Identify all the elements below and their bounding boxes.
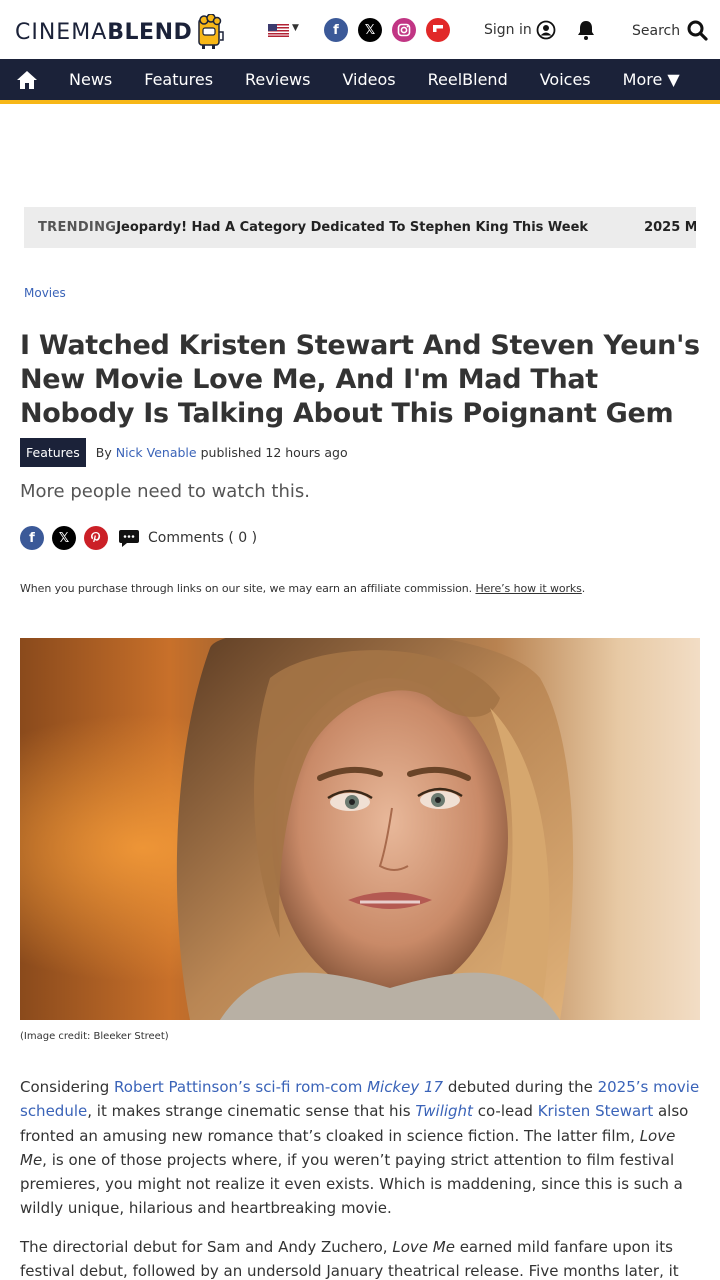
us-flag-icon[interactable]	[268, 24, 289, 37]
logo-blend-text: BLEND	[107, 19, 193, 45]
search-label: Search	[632, 22, 681, 39]
publish-date: published 12 hours ago	[200, 445, 348, 460]
instagram-icon[interactable]	[392, 18, 416, 42]
affiliate-period: .	[581, 582, 586, 595]
facebook-icon[interactable]: f	[324, 18, 348, 42]
x-twitter-icon[interactable]: 𝕏	[358, 18, 382, 42]
comments-button[interactable]: Comments ( 0 )	[118, 528, 257, 548]
trending-label: TRENDING	[38, 220, 117, 235]
comment-bubble-icon	[119, 530, 139, 547]
comments-label: Comments ( 0 )	[148, 530, 258, 546]
flipboard-icon[interactable]	[426, 18, 450, 42]
nav-item-videos[interactable]: Videos	[326, 70, 411, 89]
share-bar: f 𝕏 Comments ( 0 )	[20, 526, 257, 550]
article-paragraph: Considering Robert Pattinson’s sci-fi ro…	[20, 1078, 700, 1218]
article-strapline: More people need to watch this.	[20, 481, 310, 502]
logo-cinema-text: CINEMA	[15, 19, 108, 45]
affiliate-how-it-works-link[interactable]: Here’s how it works	[475, 582, 581, 595]
section-badge[interactable]: Features	[20, 438, 86, 467]
site-header: CINEMA BLEND ▼ f 𝕏 Sign in Search	[0, 0, 720, 59]
nav-item-voices[interactable]: Voices	[524, 70, 607, 89]
share-facebook-icon[interactable]: f	[20, 526, 44, 550]
article-byline: Features By Nick Venable published 12 ho…	[20, 438, 348, 467]
robert-pattinson-link[interactable]: Robert Pattinson’s sci-fi rom-com Mickey…	[114, 1078, 443, 1096]
affiliate-disclaimer: When you purchase through links on our s…	[20, 582, 585, 595]
sign-in-button[interactable]: Sign in	[484, 20, 556, 40]
nav-item-features[interactable]: Features	[128, 70, 229, 89]
trending-bar: TRENDING Jeopardy! Had A Category Dedica…	[24, 207, 696, 248]
popcorn-logo-icon	[198, 14, 224, 49]
home-icon	[16, 70, 37, 89]
sign-in-label: Sign in	[484, 22, 532, 38]
nav-more-menu[interactable]: More ▼	[607, 70, 696, 89]
article-title: I Watched Kristen Stewart And Steven Yeu…	[20, 330, 700, 429]
user-account-icon	[536, 20, 556, 40]
trending-item[interactable]: Jeopardy! Had A Category Dedicated To St…	[116, 220, 588, 235]
search-button[interactable]: Search	[632, 20, 708, 41]
byline-by: By	[95, 445, 112, 460]
cinemablend-logo[interactable]: CINEMA BLEND	[15, 14, 228, 50]
share-pinterest-icon[interactable]	[84, 526, 108, 550]
hero-image	[20, 638, 700, 1020]
share-x-icon[interactable]: 𝕏	[52, 526, 76, 550]
author-link[interactable]: Nick Venable	[116, 445, 197, 460]
main-navigation: News Features Reviews Videos ReelBlend V…	[0, 59, 720, 104]
article-paragraph: The directorial debut for Sam and Andy Z…	[20, 1238, 679, 1280]
notifications-bell-icon[interactable]	[576, 19, 596, 41]
image-credit: (Image credit: Bleeker Street)	[20, 1031, 169, 1042]
trending-item[interactable]: 2025 Mo	[644, 220, 696, 235]
nav-item-reelblend[interactable]: ReelBlend	[412, 70, 524, 89]
region-dropdown-caret-icon[interactable]: ▼	[292, 23, 299, 33]
breadcrumb-category[interactable]: Movies	[24, 286, 66, 300]
nav-item-reviews[interactable]: Reviews	[229, 70, 326, 89]
home-button[interactable]	[0, 59, 53, 100]
kristen-stewart-link[interactable]: Kristen Stewart	[538, 1102, 654, 1120]
search-icon	[687, 20, 708, 41]
twilight-link[interactable]: Twilight	[415, 1102, 473, 1120]
nav-item-news[interactable]: News	[53, 70, 128, 89]
affiliate-text: When you purchase through links on our s…	[20, 582, 473, 595]
